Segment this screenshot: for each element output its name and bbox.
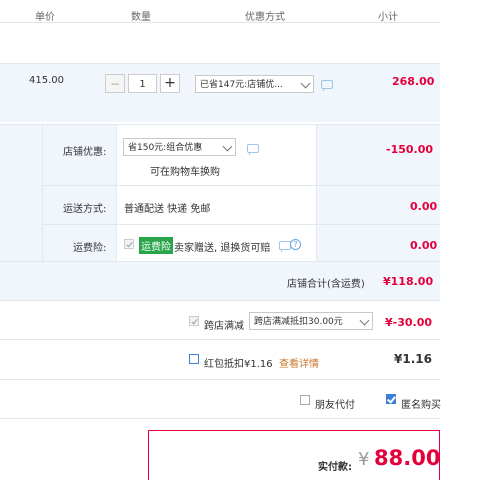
insurance-checkbox[interactable] [124, 239, 134, 249]
shop-discount-select-value: 省150元:组合优惠 [128, 143, 203, 153]
shipping-label: 运送方式: [63, 204, 107, 215]
chevron-down-icon [222, 141, 233, 152]
col-quantity: 数量 [131, 12, 151, 23]
payment-amount: 88.00 [374, 446, 441, 470]
cross-store-checkbox[interactable] [189, 316, 199, 326]
col-subtotal: 小计 [378, 12, 398, 23]
red-packet-details-link[interactable]: 查看详情 [279, 355, 319, 370]
col-unit-price: 单价 [35, 12, 55, 23]
shop-discount-label: 店铺优惠: [63, 147, 107, 158]
red-packet-label: 红包抵扣¥1.16 [204, 359, 273, 370]
shop-discount-note: 可在购物车换购 [150, 167, 220, 178]
anonymous-label: 匿名购买 [401, 400, 441, 411]
payment-currency: ¥ [358, 449, 370, 470]
anonymous-checkbox[interactable] [386, 394, 396, 404]
payment-box: 实付款: ¥ 88.00 [148, 430, 440, 480]
quantity-minus-button[interactable]: − [105, 74, 125, 93]
table-header: 单价 数量 优惠方式 小计 [0, 0, 440, 23]
item-subtotal: 268.00 [392, 75, 435, 88]
col-discount-method: 优惠方式 [245, 12, 285, 23]
insurance-description: 卖家赠送, 退换货可赔 [174, 243, 271, 254]
item-discount-select-value: 已省147元:店铺优... [200, 80, 283, 90]
insurance-amount: 0.00 [410, 239, 438, 252]
pay-for-friend-label: 朋友代付 [315, 400, 355, 411]
shipping-amount: 0.00 [410, 200, 438, 213]
chevron-down-icon [359, 315, 370, 326]
cross-store-select-value: 跨店满减抵扣30.00元 [254, 317, 343, 327]
quantity-stepper[interactable]: − 1 + [105, 74, 180, 94]
shop-discount-select[interactable]: 省150元:组合优惠 [123, 138, 236, 156]
insurance-tag: 运费险 [139, 237, 173, 254]
comment-icon[interactable] [247, 144, 259, 155]
insurance-label: 运费险: [73, 243, 107, 254]
quantity-plus-button[interactable]: + [160, 74, 180, 93]
shop-total-row [0, 262, 440, 300]
cross-store-label: 跨店满减 [204, 321, 244, 332]
comment-icon[interactable] [321, 80, 333, 91]
cross-store-select[interactable]: 跨店满减抵扣30.00元 [249, 312, 373, 330]
shop-total-value: ¥118.00 [383, 275, 434, 288]
shop-total-label: 店铺合计(含运费) [287, 279, 365, 290]
quantity-input[interactable]: 1 [128, 74, 157, 93]
item-price: 415.00 [29, 75, 64, 86]
shop-discount-amount: -150.00 [386, 143, 434, 156]
red-packet-amount: ¥1.16 [394, 352, 432, 366]
pay-for-friend-checkbox[interactable] [300, 395, 310, 405]
cross-store-amount: ¥-30.00 [385, 316, 433, 329]
shipping-value: 普通配送 快递 免邮 [124, 204, 211, 215]
chevron-down-icon [300, 78, 311, 89]
help-icon[interactable]: ? [290, 239, 301, 250]
red-packet-checkbox[interactable] [189, 354, 199, 364]
item-discount-select[interactable]: 已省147元:店铺优... [195, 75, 314, 93]
payment-label: 实付款: [318, 462, 352, 473]
